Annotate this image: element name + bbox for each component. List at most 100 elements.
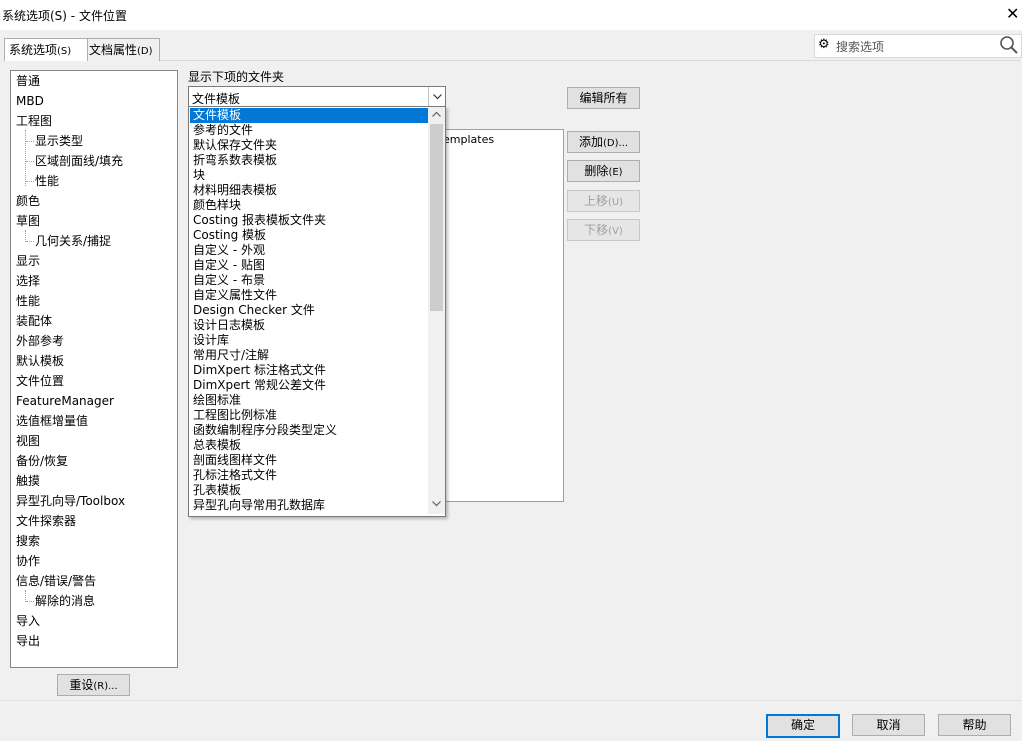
tree-item-external-references[interactable]: 外部参考 [16, 334, 64, 348]
tree-item-export[interactable]: 导出 [16, 634, 40, 648]
dropdown-option[interactable]: 设计库 [190, 333, 429, 348]
tree-item-drawing-performance[interactable]: 性能 [35, 174, 59, 188]
tree-item-messages-errors-warnings[interactable]: 信息/错误/警告 [16, 574, 96, 588]
dropdown-option[interactable]: 设计日志模板 [190, 318, 429, 333]
reset-button-label: 重设 [69, 678, 94, 692]
folder-type-dropdown[interactable]: 文件模板 参考的文件 默认保存文件夹 折弯系数表模板 块 材料明细表模板 颜色样… [188, 106, 446, 517]
folder-list-entry[interactable]: emplates [443, 133, 494, 146]
dropdown-option[interactable]: 函数编制程序分段类型定义 [190, 423, 429, 438]
dropdown-option[interactable]: 孔表模板 [190, 483, 429, 498]
tree-item-featuremanager[interactable]: FeatureManager [16, 394, 114, 408]
tree-item-hatch-fill[interactable]: 区域剖面线/填充 [35, 154, 123, 168]
dropdown-option[interactable]: 文件模板 [190, 108, 429, 123]
search-placeholder: 搜索选项 [836, 40, 885, 54]
dropdown-option[interactable]: 自定义属性文件 [190, 288, 429, 303]
dropdown-option[interactable]: 默认保存文件夹 [190, 138, 429, 153]
dropdown-option[interactable]: 孔标注格式文件 [190, 468, 429, 483]
dropdown-option[interactable]: 工程图比例标准 [190, 408, 429, 423]
reset-button-hotkey: (R)... [93, 681, 118, 692]
tree-item-file-explorer[interactable]: 文件探索器 [16, 514, 76, 528]
dropdown-option[interactable]: DimXpert 常规公差文件 [190, 378, 429, 393]
tree-item-collaboration[interactable]: 协作 [16, 554, 40, 568]
options-tree[interactable]: 普通 MBD 工程图 显示类型 区域剖面线/填充 性能 颜色 草图 几何关系/捕… [10, 70, 178, 668]
search-box[interactable]: ⚙ 搜索选项 [814, 34, 1022, 58]
dropdown-option[interactable]: 参考的文件 [190, 123, 429, 138]
scrollbar-thumb[interactable] [430, 124, 443, 311]
show-folders-label: 显示下项的文件夹 [188, 70, 285, 84]
dropdown-option[interactable]: 常用尺寸/注解 [190, 348, 429, 363]
tree-item-dismissed-messages[interactable]: 解除的消息 [35, 594, 95, 608]
folder-type-combo[interactable]: 文件模板 [188, 86, 446, 108]
dropdown-option[interactable]: 材料明细表模板 [190, 183, 429, 198]
dropdown-option[interactable]: 自定义 - 贴图 [190, 258, 429, 273]
tree-item-default-templates[interactable]: 默认模板 [16, 354, 64, 368]
tree-item-spin-box-increments[interactable]: 选值框增量值 [16, 414, 88, 428]
tree-item-import[interactable]: 导入 [16, 614, 40, 628]
chevron-up-icon[interactable] [428, 107, 445, 124]
tab-document-properties-hotkey: (D) [137, 46, 153, 57]
search-icon[interactable] [999, 34, 1019, 59]
dropdown-option[interactable]: Costing 模板 [190, 228, 429, 243]
dropdown-option[interactable]: 折弯系数表模板 [190, 153, 429, 168]
tree-branch [26, 241, 34, 242]
tree-item-performance[interactable]: 性能 [16, 294, 40, 308]
tree-item-mbd[interactable]: MBD [16, 94, 44, 108]
tree-item-assemblies[interactable]: 装配体 [16, 314, 52, 328]
move-down-button-label: 下移 [584, 223, 609, 237]
delete-button-label: 删除 [584, 164, 609, 178]
tree-guide-drawings [25, 130, 26, 186]
footer-divider [0, 700, 1022, 701]
delete-button-hotkey: (E) [608, 167, 623, 178]
chevron-down-icon[interactable] [428, 497, 445, 514]
edit-all-button[interactable]: 编辑所有 [567, 87, 640, 109]
dropdown-option[interactable]: 异型孔向导常用孔数据库 [190, 498, 429, 513]
dropdown-option[interactable]: Design Checker 文件 [190, 303, 429, 318]
window-title: 系统选项(S) - 文件位置 [2, 9, 127, 23]
dropdown-option[interactable]: 自定义 - 布景 [190, 273, 429, 288]
tree-item-display-type[interactable]: 显示类型 [35, 134, 83, 148]
tab-system-options[interactable]: 系统选项(S) [4, 38, 88, 61]
reset-button[interactable]: 重设(R)... [57, 674, 130, 696]
ok-button[interactable]: 确定 [766, 714, 840, 738]
dropdown-option[interactable]: 块 [190, 168, 429, 183]
tree-item-colors[interactable]: 颜色 [16, 194, 40, 208]
move-up-button-label: 上移 [583, 194, 608, 208]
dropdown-option[interactable]: 剖面线图样文件 [190, 453, 429, 468]
tree-branch [26, 141, 34, 142]
dropdown-option[interactable]: 绘图标准 [190, 393, 429, 408]
dropdown-option[interactable]: 总表模板 [190, 438, 429, 453]
dropdown-option[interactable]: DimXpert 标注格式文件 [190, 363, 429, 378]
dropdown-scrollbar[interactable] [428, 107, 445, 514]
tab-document-properties-label: 文档属性 [89, 43, 138, 57]
move-down-button-hotkey: (V) [608, 226, 623, 237]
tree-item-hole-wizard-toolbox[interactable]: 异型孔向导/Toolbox [16, 494, 125, 508]
tree-item-selection[interactable]: 选择 [16, 274, 40, 288]
delete-button[interactable]: 删除(E) [567, 160, 640, 182]
dropdown-option[interactable]: Costing 报表模板文件夹 [190, 213, 429, 228]
help-button[interactable]: 帮助 [938, 714, 1011, 736]
tree-item-sketch[interactable]: 草图 [16, 214, 40, 228]
dropdown-option[interactable]: 自定义 - 外观 [190, 243, 429, 258]
add-button-hotkey: (D)... [602, 138, 629, 149]
add-button-label: 添加 [578, 135, 603, 149]
dropdown-option[interactable]: 颜色样块 [190, 198, 429, 213]
tree-item-general[interactable]: 普通 [16, 74, 40, 88]
title-bar: 系统选项(S) - 文件位置 ✕ [0, 0, 1022, 30]
tree-item-display[interactable]: 显示 [16, 254, 40, 268]
tree-item-backup-recover[interactable]: 备份/恢复 [16, 454, 68, 468]
tree-item-drawings[interactable]: 工程图 [16, 114, 52, 128]
tree-item-file-locations[interactable]: 文件位置 [16, 374, 64, 388]
add-button[interactable]: 添加(D)... [567, 131, 640, 153]
move-down-button[interactable]: 下移(V) [567, 219, 640, 241]
cancel-button[interactable]: 取消 [852, 714, 925, 736]
tree-item-relations-snaps[interactable]: 几何关系/捕捉 [35, 234, 111, 248]
tab-document-properties[interactable]: 文档属性(D) [84, 38, 160, 61]
tree-item-touch[interactable]: 触摸 [16, 474, 40, 488]
tree-item-view[interactable]: 视图 [16, 434, 40, 448]
gear-icon[interactable]: ⚙ [818, 37, 830, 52]
tree-item-search[interactable]: 搜索 [16, 534, 40, 548]
folder-type-combo-value: 文件模板 [192, 92, 241, 106]
move-up-button[interactable]: 上移(U) [567, 190, 640, 212]
close-icon[interactable]: ✕ [1006, 4, 1019, 23]
chevron-down-icon[interactable] [428, 87, 445, 107]
